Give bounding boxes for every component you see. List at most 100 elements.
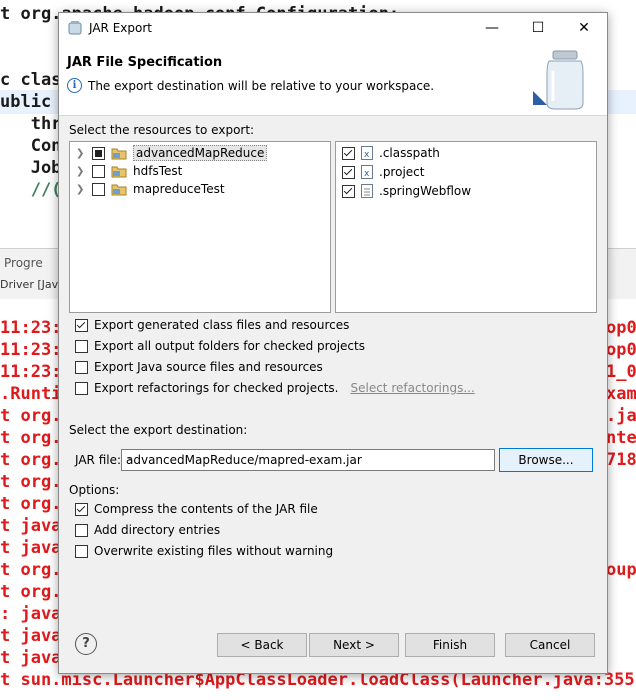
cancel-button[interactable]: Cancel <box>505 633 595 657</box>
header-info-text: The export destination will be relative … <box>88 78 435 93</box>
export-output-folders-option[interactable]: Export all output folders for checked pr… <box>75 336 365 356</box>
java-project-icon <box>111 166 127 178</box>
console-line: t org. <box>0 450 62 470</box>
file-item-classpath[interactable]: x .classpath <box>342 144 440 162</box>
minimize-button[interactable]: — <box>469 13 515 43</box>
console-line: t java <box>0 648 62 668</box>
back-button[interactable]: < Back <box>217 633 307 657</box>
header-message: i The export destination will be relativ… <box>67 78 434 93</box>
directory-entries-option[interactable]: Add directory entries <box>75 520 220 540</box>
export-output-folders-checkbox[interactable] <box>75 339 88 353</box>
console-line: t java <box>0 516 62 536</box>
project-checkbox[interactable] <box>92 182 105 196</box>
code-line: c clas <box>0 70 62 90</box>
code-line: ublic <box>0 92 52 112</box>
xml-file-icon: x <box>361 146 373 160</box>
dialog-title: JAR Export <box>89 21 152 35</box>
xml-file-icon: x <box>361 165 373 179</box>
project-name: mapreduceTest <box>133 182 225 196</box>
project-checkbox[interactable] <box>92 146 105 160</box>
export-refactorings-option[interactable]: Export refactorings for checked projects… <box>75 378 475 398</box>
console-line: 11:23: <box>0 340 62 360</box>
console-line: t org. <box>0 428 62 448</box>
wizard-header: JAR File Specification i The export dest… <box>59 43 607 116</box>
code-line: //( <box>0 180 62 200</box>
console-line: t java <box>0 538 62 558</box>
code-line: Con <box>0 136 62 156</box>
option-label: Export all output folders for checked pr… <box>94 339 365 353</box>
overwrite-option[interactable]: Overwrite existing files without warning <box>75 541 333 561</box>
code-line: thr <box>0 114 62 134</box>
jar-icon <box>68 21 82 35</box>
console-line-tail: 718 <box>606 450 636 470</box>
console-line: 11:23: <box>0 318 62 338</box>
maximize-button[interactable]: ☐ <box>515 13 561 43</box>
console-line: t org. <box>0 494 62 514</box>
code-line: Job <box>0 158 62 178</box>
option-label: Export generated class files and resourc… <box>94 318 350 332</box>
browse-button[interactable]: Browse... <box>499 448 593 472</box>
console-line: 11:23: <box>0 362 62 382</box>
info-icon: i <box>67 78 82 93</box>
project-checkbox[interactable] <box>92 164 105 178</box>
console-line: t java <box>0 626 62 646</box>
export-source-files-checkbox[interactable] <box>75 360 88 374</box>
svg-text:x: x <box>364 150 370 160</box>
overwrite-checkbox[interactable] <box>75 544 88 558</box>
tree-item-mapreducetest[interactable]: ❯ mapreduceTest <box>76 180 225 198</box>
console-line-tail: op0 <box>606 318 636 338</box>
expand-chevron-icon[interactable]: ❯ <box>76 184 86 195</box>
option-label: Export Java source files and resources <box>94 360 323 374</box>
file-checkbox[interactable] <box>342 146 355 160</box>
file-item-springwebflow[interactable]: .springWebflow <box>342 182 471 200</box>
expand-chevron-icon[interactable]: ❯ <box>76 148 86 159</box>
tree-item-hdfstest[interactable]: ❯ hdfsTest <box>76 162 182 180</box>
compress-checkbox[interactable] <box>75 502 88 516</box>
file-list[interactable]: x .classpath x .project .springWebflow <box>335 141 597 313</box>
chevron-down-icon[interactable]: ⌄ <box>126 452 490 463</box>
option-label: Export refactorings for checked projects… <box>94 381 339 395</box>
project-name: hdfsTest <box>133 164 183 178</box>
console-line-tail: .ja <box>606 406 636 426</box>
finish-button[interactable]: Finish <box>405 633 495 657</box>
dialog-titlebar: JAR Export — ☐ ✕ <box>59 13 607 43</box>
option-label: Add directory entries <box>94 523 221 537</box>
close-button[interactable]: ✕ <box>561 13 607 43</box>
file-name: .classpath <box>379 146 440 160</box>
project-name: advancedMapReduce <box>133 145 268 161</box>
help-icon[interactable]: ? <box>75 633 97 655</box>
console-line-tail: 1_0 <box>606 362 636 382</box>
file-checkbox[interactable] <box>342 165 355 179</box>
java-project-icon <box>111 148 127 160</box>
export-class-files-checkbox[interactable] <box>75 318 88 332</box>
export-source-files-option[interactable]: Export Java source files and resources <box>75 357 323 377</box>
tree-item-advancedmapreduce[interactable]: ❯ advancedMapReduce <box>76 144 268 162</box>
java-project-icon <box>111 184 127 196</box>
jar-export-dialog: JAR Export — ☐ ✕ JAR File Specification … <box>58 12 608 674</box>
next-button[interactable]: Next > <box>309 633 399 657</box>
export-refactorings-checkbox[interactable] <box>75 381 88 395</box>
expand-chevron-icon[interactable]: ❯ <box>76 166 86 177</box>
resources-label: Select the resources to export: <box>69 123 255 137</box>
option-label: Compress the contents of the JAR file <box>94 502 318 516</box>
file-item-project[interactable]: x .project <box>342 163 424 181</box>
file-name: .project <box>379 165 425 179</box>
console-line: t org. <box>0 560 62 580</box>
file-checkbox[interactable] <box>342 184 355 198</box>
svg-text:x: x <box>364 169 370 179</box>
console-line: t org. <box>0 472 62 492</box>
destination-label: Select the export destination: <box>69 423 248 437</box>
select-refactorings-link[interactable]: Select refactorings... <box>350 381 474 395</box>
console-line: .Runti <box>0 384 62 404</box>
console-line: : java <box>0 604 62 624</box>
jar-file-input[interactable]: advancedMapReduce/mapred-exam.jar ⌄ <box>121 449 495 471</box>
progress-tab[interactable]: Progre <box>4 256 43 270</box>
console-driver-label: Driver [Java <box>0 278 65 291</box>
directory-entries-checkbox[interactable] <box>75 523 88 537</box>
console-line-tail: oup <box>606 560 636 580</box>
file-name: .springWebflow <box>379 184 472 198</box>
project-tree[interactable]: ❯ advancedMapReduce ❯ hdfsTest ❯ mapredu… <box>69 141 331 313</box>
console-line-tail: op0 <box>606 340 636 360</box>
compress-option[interactable]: Compress the contents of the JAR file <box>75 499 318 519</box>
export-class-files-option[interactable]: Export generated class files and resourc… <box>75 315 349 335</box>
